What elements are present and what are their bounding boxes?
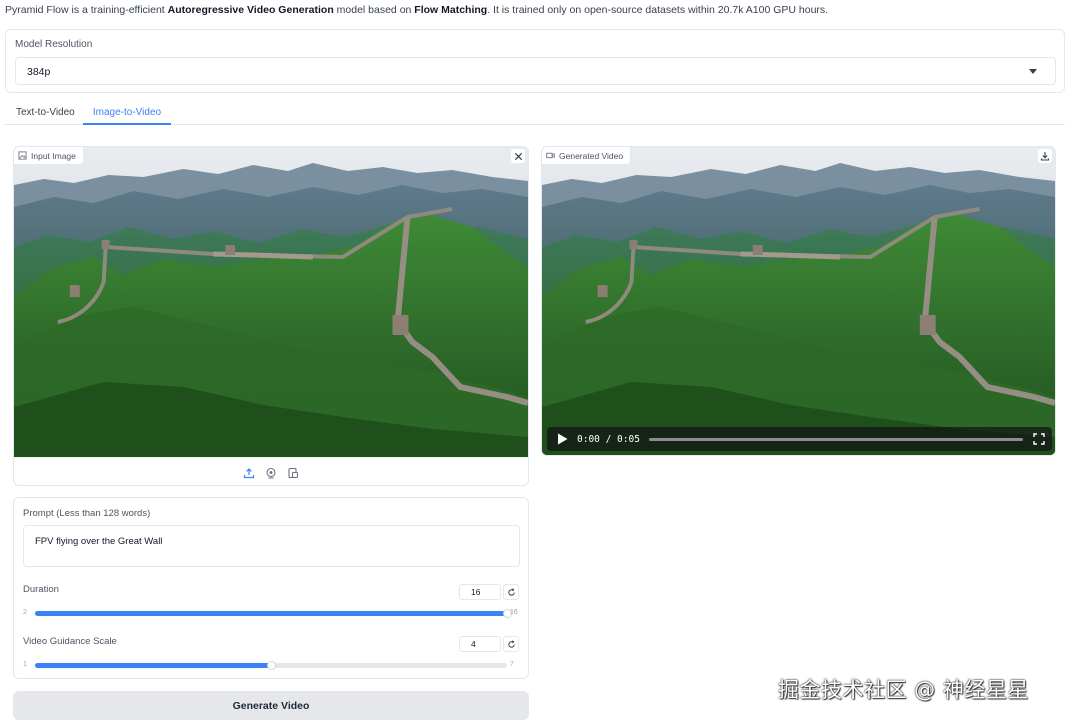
generated-video-label-chip: Generated Video [542,147,632,165]
generate-video-button[interactable]: Generate Video [13,691,529,720]
image-source-toolbar [14,457,528,485]
chevron-down-icon [1029,69,1037,74]
generated-video-player[interactable] [542,147,1055,456]
duration-slider-fill [35,611,507,616]
webcam-icon [266,467,276,479]
intro-bold-1: Autoregressive Video Generation [167,4,334,16]
generation-settings-panel: Prompt (Less than 128 words) FPV flying … [13,497,529,679]
guidance-slider-thumb[interactable] [267,661,276,670]
video-icon [546,152,555,159]
model-resolution-value: 384p [27,66,51,78]
video-time: 0:00 / 0:05 [577,433,640,445]
input-image-panel[interactable]: Input Image [13,146,529,486]
duration-min: 2 [23,609,27,616]
generated-video-panel: Generated Video 0:00 / 0:05 [541,146,1056,456]
mode-tabs: Text-to-Video Image-to-Video [5,103,1065,125]
clipboard-icon [288,467,299,478]
clear-image-button[interactable] [511,149,525,163]
play-icon [558,433,568,445]
video-controls: 0:00 / 0:05 [547,427,1052,451]
watermark-text: 掘金技术社区 @ 神经星星 [778,678,1029,702]
guidance-slider-fill [35,663,271,668]
guidance-min: 1 [23,661,27,668]
generated-video-label: Generated Video [559,150,624,161]
upload-button[interactable] [242,466,256,480]
play-button[interactable] [557,433,569,445]
prompt-input[interactable]: FPV flying over the Great Wall [23,525,520,567]
duration-slider[interactable] [35,609,512,618]
guidance-number-input[interactable]: 4 [459,636,501,652]
guidance-reset-button[interactable] [503,636,519,652]
duration-label: Duration [23,584,59,595]
intro-text: Pyramid Flow is a training-efficient Aut… [5,4,829,16]
reset-icon [507,639,515,648]
download-icon [1040,152,1050,161]
image-icon [18,151,27,160]
model-resolution-label: Model Resolution [15,39,93,50]
clipboard-button[interactable] [286,466,300,480]
duration-max: 16 [510,609,518,616]
input-image-label-chip: Input Image [14,147,84,165]
duration-number-input[interactable]: 16 [459,584,501,600]
guidance-label: Video Guidance Scale [23,636,117,647]
guidance-slider[interactable] [35,661,507,670]
duration-reset-button[interactable] [503,584,519,600]
upload-icon [243,467,255,478]
video-progress-bar[interactable] [648,437,1023,441]
reset-icon [507,587,515,596]
webcam-button[interactable] [264,466,278,480]
prompt-label: Prompt (Less than 128 words) [23,508,151,519]
model-resolution-block: Model Resolution 384p [5,29,1065,93]
tab-image-to-video[interactable]: Image-to-Video [83,107,171,125]
model-resolution-select[interactable]: 384p [15,57,1056,85]
tab-text-to-video[interactable]: Text-to-Video [16,107,75,125]
intro-bold-2: Flow Matching [414,4,488,16]
input-image-label: Input Image [31,150,76,161]
input-image-preview [14,147,528,457]
guidance-max: 7 [510,661,514,668]
close-icon [514,152,522,160]
fullscreen-icon[interactable] [1033,433,1045,445]
download-video-button[interactable] [1038,149,1052,163]
